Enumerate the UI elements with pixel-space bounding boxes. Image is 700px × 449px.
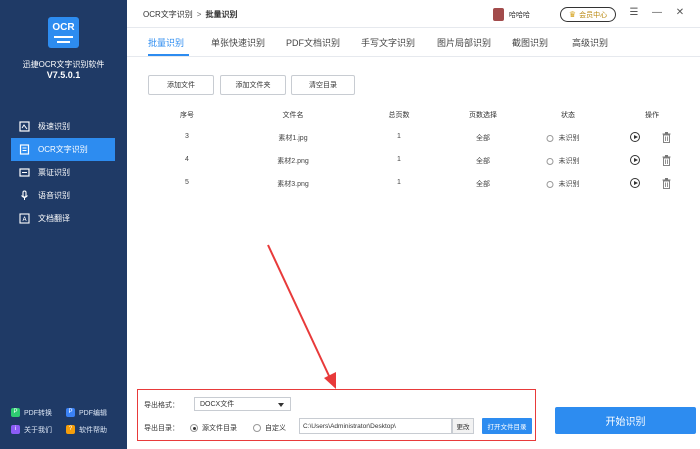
table-row[interactable]: 4 素材2.png 1 全部 未识别 bbox=[127, 150, 700, 172]
trash-icon[interactable] bbox=[662, 132, 671, 143]
app-logo: OCR bbox=[48, 17, 79, 48]
app-version: V7.5.0.1 bbox=[46, 70, 81, 80]
tab-screenshot[interactable]: 截图识别 bbox=[512, 36, 548, 49]
sidebar-item-ocr[interactable]: OCR文字识别 bbox=[11, 138, 115, 161]
play-icon[interactable] bbox=[630, 155, 640, 165]
sidebar-footer: P PDF转换 P PDF编辑 i 关于我们 ? 软件帮助 bbox=[11, 404, 121, 438]
minimize-icon[interactable]: — bbox=[651, 7, 663, 18]
tab-batch[interactable]: 批量识别 bbox=[148, 36, 184, 49]
username: 哈哈哈 bbox=[509, 11, 530, 19]
clear-list-button[interactable]: 清空目录 bbox=[291, 75, 355, 95]
sidebar-item-voice[interactable]: 语音识别 bbox=[11, 184, 115, 207]
member-center-button[interactable]: ♛ 会员中心 bbox=[560, 7, 616, 22]
help-icon: ? bbox=[66, 425, 75, 434]
add-folder-button[interactable]: 添加文件夹 bbox=[220, 75, 286, 95]
trash-icon[interactable] bbox=[662, 155, 671, 166]
export-path-field[interactable]: C:\Users\Administrator\Desktop\ bbox=[299, 418, 452, 434]
info-icon: i bbox=[11, 425, 20, 434]
tab-advanced[interactable]: 高级识别 bbox=[572, 36, 608, 49]
sidebar-item-label: 极速识别 bbox=[38, 122, 70, 131]
about-us-link[interactable]: i 关于我们 bbox=[11, 425, 66, 435]
breadcrumb-current: 批量识别 bbox=[205, 10, 238, 19]
export-format-select[interactable]: DOCX文件 bbox=[194, 397, 291, 411]
tab-bar: 批量识别 单张快速识别 PDF文档识别 手写文字识别 图片局部识别 截图识别 高… bbox=[127, 28, 700, 57]
sidebar-item-label: 文档翻译 bbox=[38, 214, 70, 223]
trash-icon[interactable] bbox=[662, 178, 671, 189]
sidebar-item-label: 语音识别 bbox=[38, 191, 70, 200]
close-icon[interactable]: ✕ bbox=[674, 7, 686, 18]
tab-image-region[interactable]: 图片局部识别 bbox=[437, 36, 491, 49]
sidebar-item-label: OCR文字识别 bbox=[38, 145, 88, 154]
active-tab-indicator bbox=[148, 54, 189, 56]
avatar bbox=[493, 8, 504, 21]
user-info[interactable]: 哈哈哈 bbox=[493, 8, 530, 21]
translate-icon: A bbox=[19, 213, 30, 224]
open-dir-button[interactable]: 打开文件目录 bbox=[482, 418, 532, 434]
sidebar-item-label: 票证识别 bbox=[38, 168, 70, 177]
table-row[interactable]: 3 素材1.jpg 1 全部 未识别 bbox=[127, 127, 700, 149]
pdf-edit-link[interactable]: P PDF编辑 bbox=[66, 408, 121, 418]
help-link[interactable]: ? 软件帮助 bbox=[66, 425, 121, 435]
play-icon[interactable] bbox=[630, 178, 640, 188]
pdf-edit-icon: P bbox=[66, 408, 75, 417]
add-file-button[interactable]: 添加文件 bbox=[148, 75, 214, 95]
status-badge: 未识别 bbox=[546, 156, 580, 166]
tab-handwriting[interactable]: 手写文字识别 bbox=[361, 36, 415, 49]
start-recognition-button[interactable]: 开始识别 bbox=[555, 407, 696, 434]
source-dir-radio[interactable]: 源文件目录 bbox=[190, 423, 237, 433]
pdf-convert-icon: P bbox=[11, 408, 20, 417]
title-bar: OCR文字识别 > 批量识别 哈哈哈 ♛ 会员中心 ☰ — ✕ bbox=[127, 0, 700, 28]
chevron-down-icon bbox=[278, 403, 284, 407]
app-name: 迅捷OCR文字识别软件 bbox=[22, 60, 105, 69]
status-badge: 未识别 bbox=[546, 133, 580, 143]
svg-text:A: A bbox=[22, 216, 27, 223]
pdf-convert-link[interactable]: P PDF转换 bbox=[11, 408, 66, 418]
sidebar-nav: 极速识别 OCR文字识别 票证识别 语音识别 A 文档翻译 bbox=[11, 115, 115, 230]
custom-dir-radio[interactable]: 自定义 bbox=[253, 423, 286, 433]
ticket-icon bbox=[19, 167, 30, 178]
microphone-icon bbox=[19, 190, 30, 201]
image-scan-icon bbox=[19, 121, 30, 132]
menu-icon[interactable]: ☰ bbox=[628, 7, 640, 18]
export-settings-panel: 导出格式： DOCX文件 导出目录： 源文件目录 自定义 C:\Users\Ad… bbox=[137, 389, 536, 441]
tab-single-quick[interactable]: 单张快速识别 bbox=[211, 36, 265, 49]
change-dir-button[interactable]: 更改 bbox=[452, 418, 474, 434]
breadcrumb: OCR文字识别 > 批量识别 bbox=[143, 10, 238, 19]
table-header: 序号 文件名 总页数 页数选择 状态 操作 bbox=[180, 112, 659, 119]
export-format-label: 导出格式： bbox=[144, 402, 179, 409]
tab-pdf[interactable]: PDF文档识别 bbox=[286, 36, 340, 49]
logo-text: OCR bbox=[52, 22, 75, 33]
crown-icon: ♛ bbox=[568, 10, 577, 19]
sidebar-item-translate[interactable]: A 文档翻译 bbox=[11, 207, 115, 230]
sidebar-item-fast-recognition[interactable]: 极速识别 bbox=[11, 115, 115, 138]
document-ocr-icon bbox=[19, 144, 30, 155]
status-badge: 未识别 bbox=[546, 179, 580, 189]
export-dir-label: 导出目录： bbox=[144, 425, 179, 432]
sidebar-item-ticket[interactable]: 票证识别 bbox=[11, 161, 115, 184]
sidebar: OCR 迅捷OCR文字识别软件 V7.5.0.1 极速识别 OCR文字识别 票证… bbox=[0, 0, 127, 449]
play-icon[interactable] bbox=[630, 132, 640, 142]
breadcrumb-root[interactable]: OCR文字识别 bbox=[143, 10, 193, 19]
table-row[interactable]: 5 素材3.png 1 全部 未识别 bbox=[127, 173, 700, 195]
